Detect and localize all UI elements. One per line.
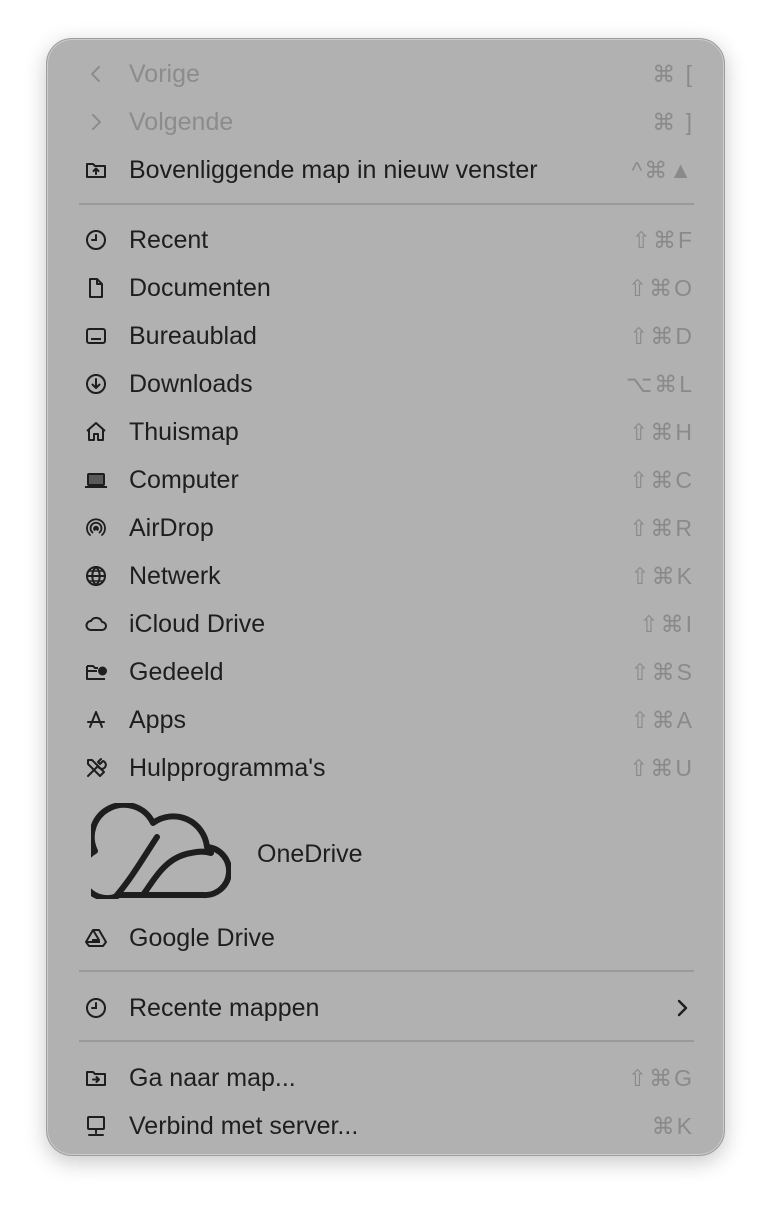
folder-arrow-icon — [84, 1066, 108, 1090]
menu-item-label: Bureaublad — [129, 322, 257, 350]
menu-item-shortcut: ⌘K — [651, 1113, 694, 1139]
menu-item-shortcut: ⇧⌘O — [627, 275, 694, 301]
menu-item-label: Verbind met server... — [129, 1112, 359, 1140]
menu-item-go-to-folder[interactable]: Ga naar map... ⇧⌘G — [47, 1054, 726, 1102]
menu-item-shortcut: ⇧⌘D — [629, 323, 694, 349]
menu-item-desktop[interactable]: Bureaublad ⇧⌘D — [47, 312, 726, 360]
shared-folder-icon — [84, 660, 108, 684]
globe-icon — [84, 564, 108, 588]
onedrive-cloud-icon — [91, 803, 231, 899]
menu-item-shortcut: ⌘ [ — [652, 61, 694, 87]
clock-icon — [84, 996, 108, 1020]
menu-item-shortcut: ⇧⌘R — [629, 515, 694, 541]
menu-item-label: Downloads — [129, 370, 253, 398]
menu-item-back[interactable]: Vorige ⌘ [ — [47, 50, 726, 98]
menu-item-shortcut: ⇧⌘S — [630, 659, 694, 685]
menu-item-shortcut: ^⌘▲ — [631, 157, 694, 183]
chevron-left-icon — [84, 62, 108, 86]
menu-item-utilities[interactable]: Hulpprogramma's ⇧⌘U — [47, 744, 726, 792]
menu-item-shortcut: ⇧⌘I — [639, 611, 694, 637]
menu-item-label: Recente mappen — [129, 994, 320, 1022]
menu-item-label: AirDrop — [129, 514, 214, 542]
menu-item-recent-folders[interactable]: Recente mappen — [47, 984, 726, 1032]
menu-item-label: Ga naar map... — [129, 1064, 296, 1092]
menu-item-label: Google Drive — [129, 924, 275, 952]
menu-separator — [79, 970, 694, 972]
menu-item-network[interactable]: Netwerk ⇧⌘K — [47, 552, 726, 600]
laptop-icon — [84, 468, 108, 492]
menu-item-computer[interactable]: Computer ⇧⌘C — [47, 456, 726, 504]
menu-item-onedrive[interactable]: OneDrive — [47, 799, 726, 909]
menu-item-documents[interactable]: Documenten ⇧⌘O — [47, 264, 726, 312]
menu-item-shortcut: ⌘ ] — [652, 109, 694, 135]
house-icon — [84, 420, 108, 444]
menu-item-parent-folder-new-window[interactable]: Bovenliggende map in nieuw venster ^⌘▲ — [47, 146, 726, 194]
menu-item-label: Netwerk — [129, 562, 221, 590]
menu-item-label: Apps — [129, 706, 186, 734]
menu-item-label: iCloud Drive — [129, 610, 266, 638]
menu-separator — [79, 1040, 694, 1042]
go-menu: Vorige ⌘ [ Volgende ⌘ ] Bovenliggende ma… — [46, 38, 725, 1156]
menu-item-connect-to-server[interactable]: Verbind met server... ⌘K — [47, 1102, 726, 1150]
menu-item-recent[interactable]: Recent ⇧⌘F — [47, 216, 726, 264]
menu-item-label: Vorige — [129, 60, 200, 88]
menu-item-apps[interactable]: Apps ⇧⌘A — [47, 696, 726, 744]
menu-item-downloads[interactable]: Downloads ⌥⌘L — [47, 360, 726, 408]
menu-item-shortcut: ⇧⌘A — [630, 707, 694, 733]
download-icon — [84, 372, 108, 396]
menu-item-label: Computer — [129, 466, 239, 494]
menu-item-label: Documenten — [129, 274, 271, 302]
menu-item-google-drive[interactable]: Google Drive — [47, 914, 726, 962]
menu-item-shortcut: ⇧⌘K — [630, 563, 694, 589]
menu-item-shared[interactable]: Gedeeld ⇧⌘S — [47, 648, 726, 696]
menu-item-label: Hulpprogramma's — [129, 754, 326, 782]
menu-item-shortcut: ⌥⌘L — [625, 371, 694, 397]
menu-item-shortcut: ⇧⌘G — [627, 1065, 694, 1091]
server-monitor-icon — [84, 1114, 108, 1138]
submenu-chevron-icon — [677, 999, 688, 1017]
desktop-icon — [84, 324, 108, 348]
menu-item-label: Thuismap — [129, 418, 239, 446]
cloud-icon — [84, 612, 108, 636]
menu-item-shortcut: ⇧⌘U — [629, 755, 694, 781]
menu-item-label: Recent — [129, 226, 209, 254]
clock-icon — [84, 228, 108, 252]
menu-item-forward[interactable]: Volgende ⌘ ] — [47, 98, 726, 146]
menu-item-label: Gedeeld — [129, 658, 224, 686]
folder-up-icon — [84, 158, 108, 182]
menu-item-shortcut: ⇧⌘H — [629, 419, 694, 445]
chevron-right-icon — [84, 110, 108, 134]
tools-icon — [84, 756, 108, 780]
google-drive-icon — [84, 926, 108, 950]
document-icon — [84, 276, 108, 300]
menu-item-icloud-drive[interactable]: iCloud Drive ⇧⌘I — [47, 600, 726, 648]
menu-item-shortcut: ⇧⌘C — [629, 467, 694, 493]
airdrop-icon — [84, 516, 108, 540]
menu-item-label: Volgende — [129, 108, 234, 136]
menu-separator — [79, 203, 694, 205]
apps-icon — [84, 708, 108, 732]
menu-item-shortcut: ⇧⌘F — [631, 227, 694, 253]
menu-item-airdrop[interactable]: AirDrop ⇧⌘R — [47, 504, 726, 552]
menu-item-home[interactable]: Thuismap ⇧⌘H — [47, 408, 726, 456]
menu-item-label: Bovenliggende map in nieuw venster — [129, 156, 538, 184]
menu-item-label: OneDrive — [257, 840, 363, 868]
